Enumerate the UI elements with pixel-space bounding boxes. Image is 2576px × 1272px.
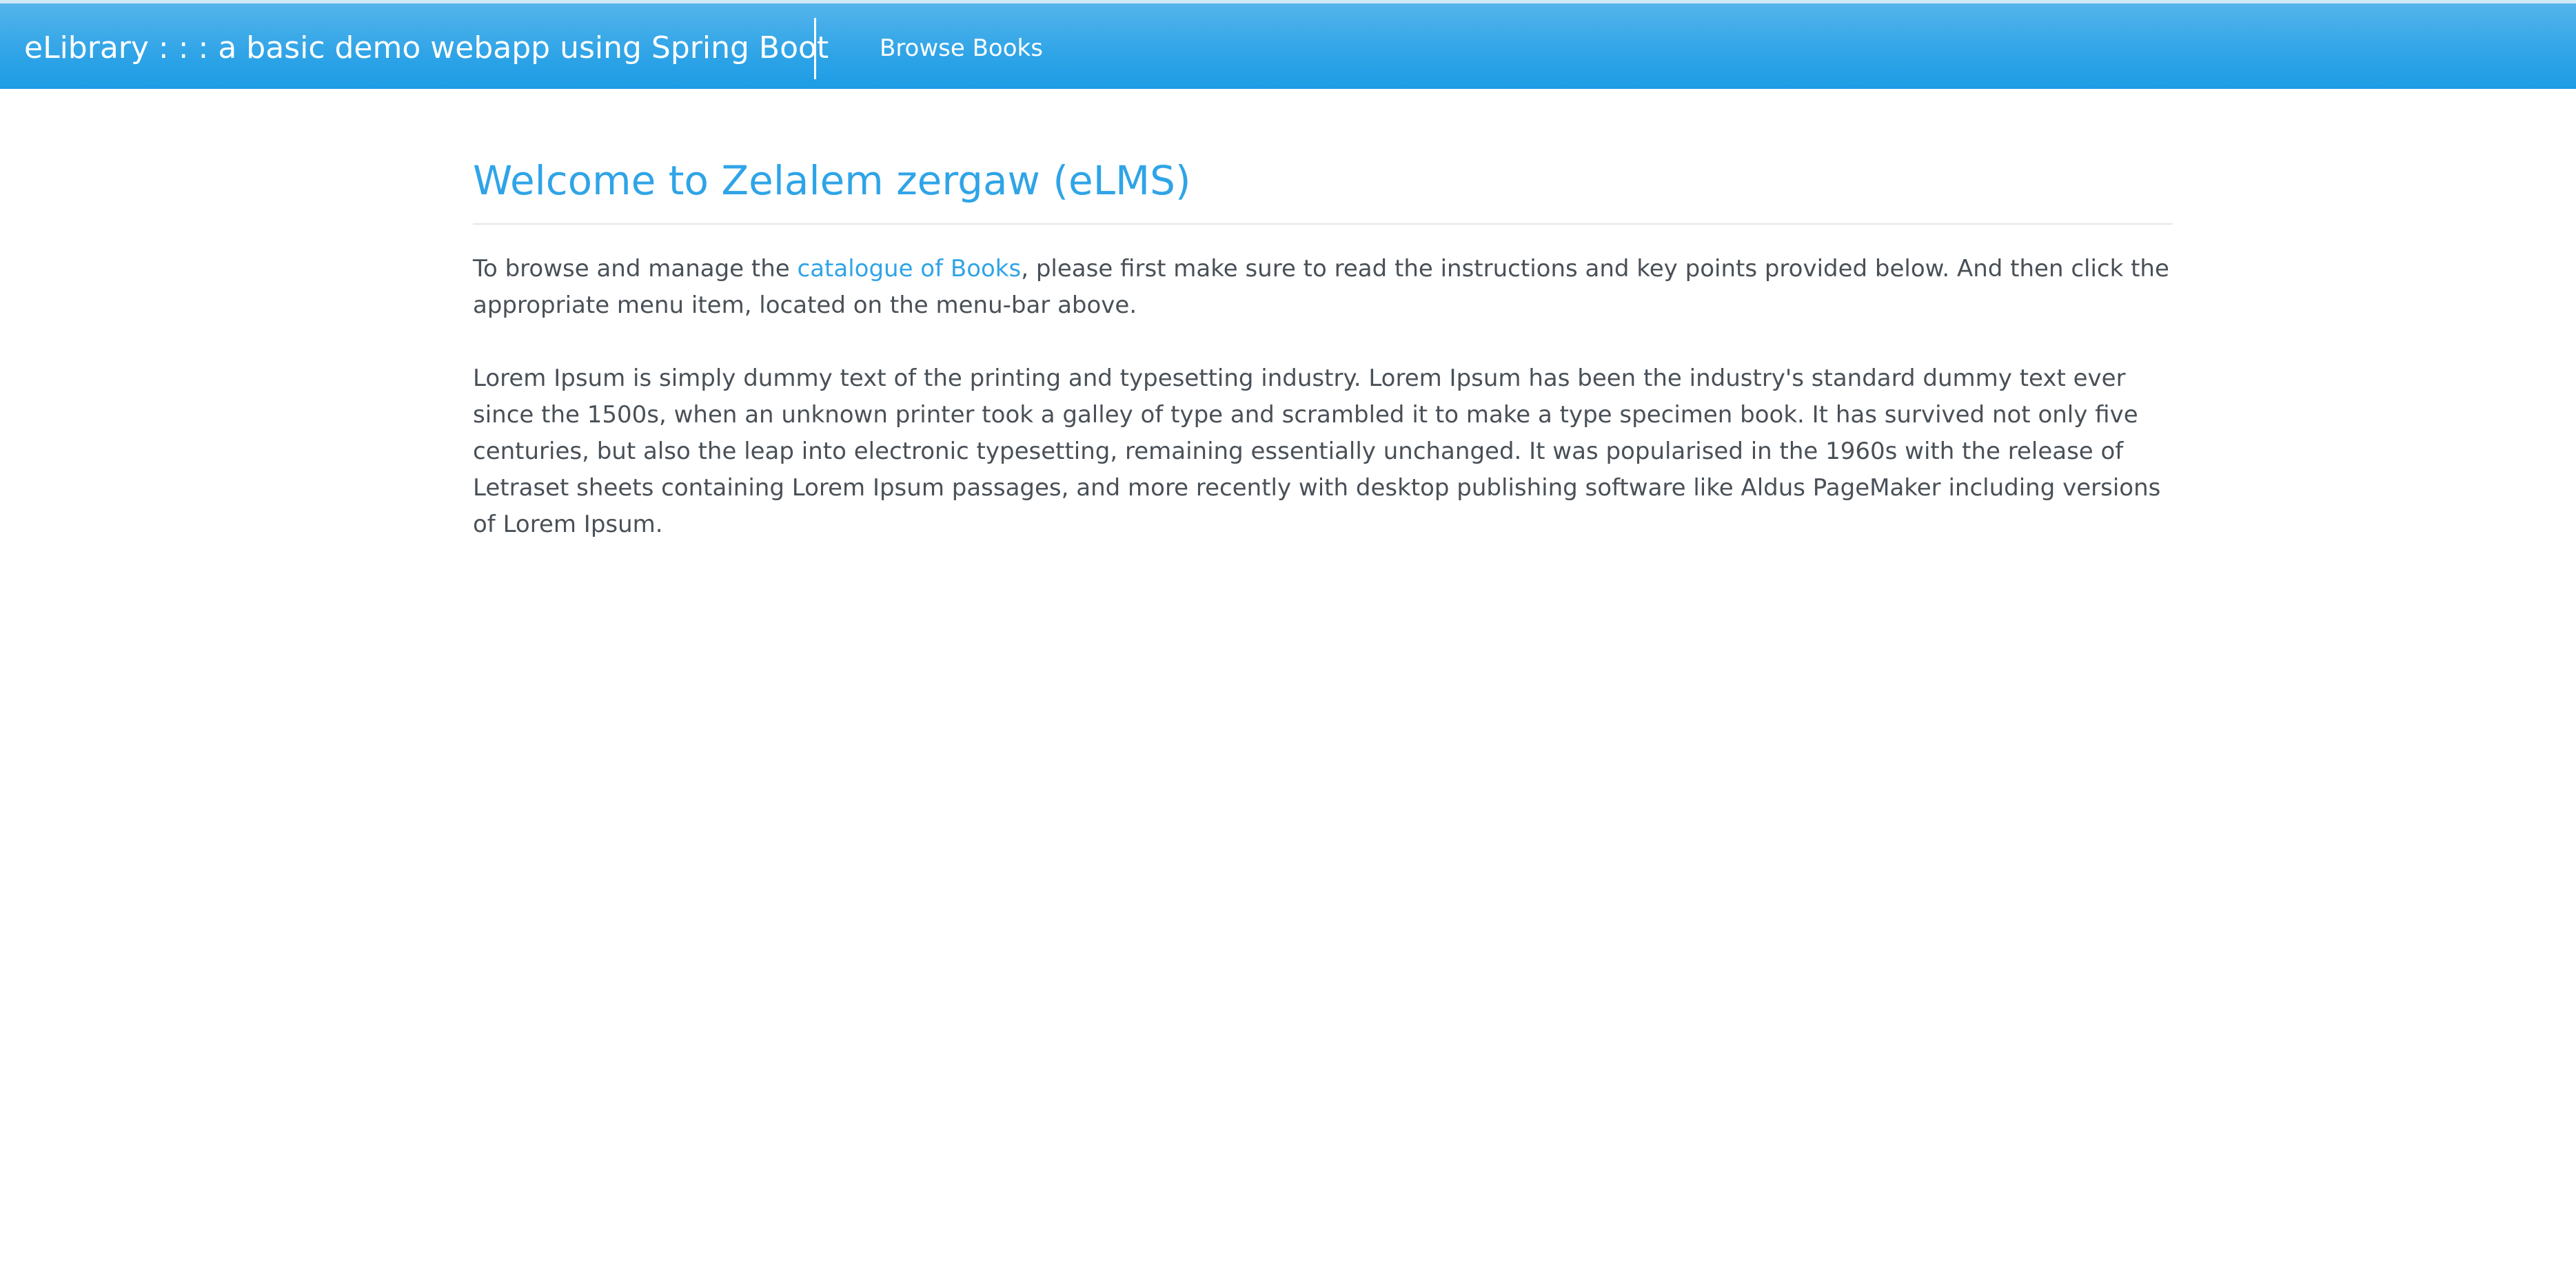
page-title: Welcome to Zelalem zergaw (eLMS) bbox=[473, 157, 1191, 204]
body-paragraph: Lorem Ipsum is simply dummy text of the … bbox=[473, 365, 2161, 539]
intro-prefix: To browse and manage the bbox=[473, 255, 798, 283]
navbar-divider bbox=[814, 18, 816, 79]
intro-paragraph: To browse and manage the catalogue of Bo… bbox=[473, 251, 2173, 324]
navbar-brand[interactable]: eLibrary : : : a basic demo webapp using… bbox=[24, 3, 829, 89]
nav-link-browse-books[interactable]: Browse Books bbox=[880, 3, 1043, 89]
navbar: eLibrary : : : a basic demo webapp using… bbox=[0, 0, 2576, 89]
main-content: Welcome to Zelalem zergaw (eLMS) To brow… bbox=[473, 89, 2173, 543]
catalogue-link[interactable]: catalogue of Books bbox=[798, 255, 1022, 283]
title-divider bbox=[473, 223, 2173, 225]
